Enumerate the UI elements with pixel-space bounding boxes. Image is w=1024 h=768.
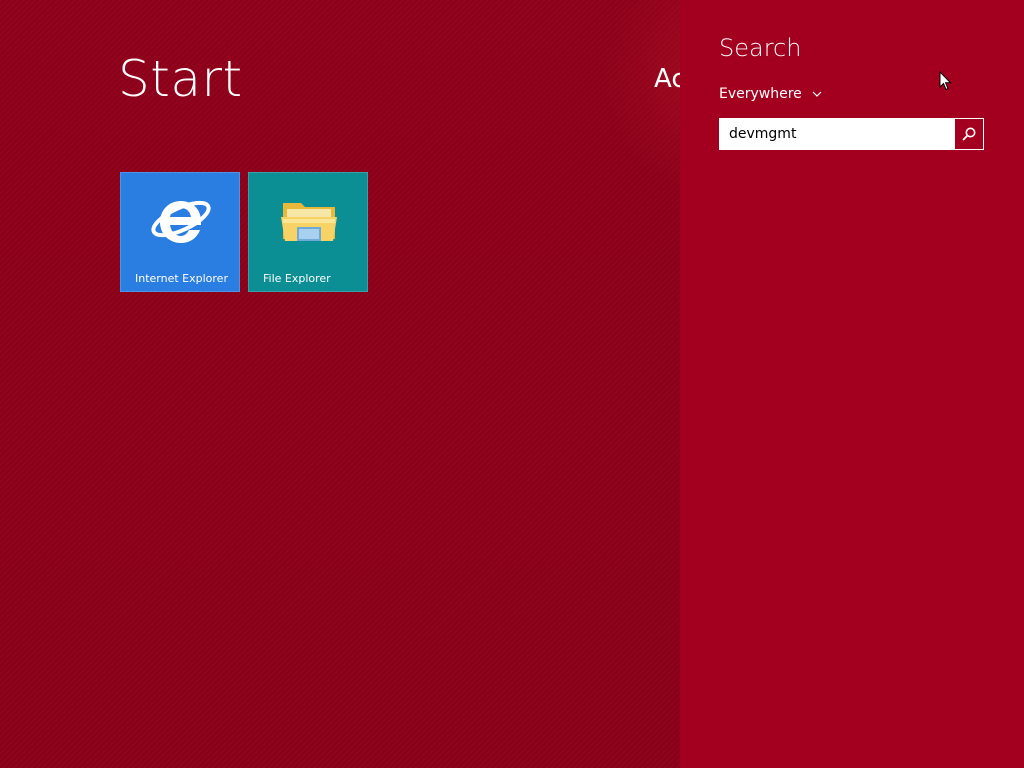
search-scope-label: Everywhere <box>719 86 802 102</box>
search-scope-dropdown[interactable]: Everywhere <box>719 86 822 102</box>
tile-file-explorer[interactable]: File Explorer <box>248 172 368 292</box>
search-box <box>719 118 984 150</box>
tile-label: Internet Explorer <box>135 272 228 285</box>
chevron-down-icon <box>812 91 822 97</box>
internet-explorer-icon <box>151 200 211 243</box>
folder-icon <box>281 203 337 241</box>
search-icon <box>962 127 976 141</box>
mouse-cursor-icon <box>939 71 952 91</box>
search-input[interactable] <box>720 119 954 149</box>
search-heading: Search <box>719 34 802 62</box>
start-screen: Start Ac Internet Explorer File Explorer <box>0 0 680 768</box>
background-glow <box>600 0 680 200</box>
tile-internet-explorer[interactable]: Internet Explorer <box>120 172 240 292</box>
search-button[interactable] <box>954 119 983 149</box>
account-name-partial[interactable]: Ac <box>654 64 680 94</box>
tile-label: File Explorer <box>263 272 331 285</box>
search-charm-pane: Search Everywhere <box>680 0 1024 768</box>
start-title: Start <box>118 50 243 108</box>
